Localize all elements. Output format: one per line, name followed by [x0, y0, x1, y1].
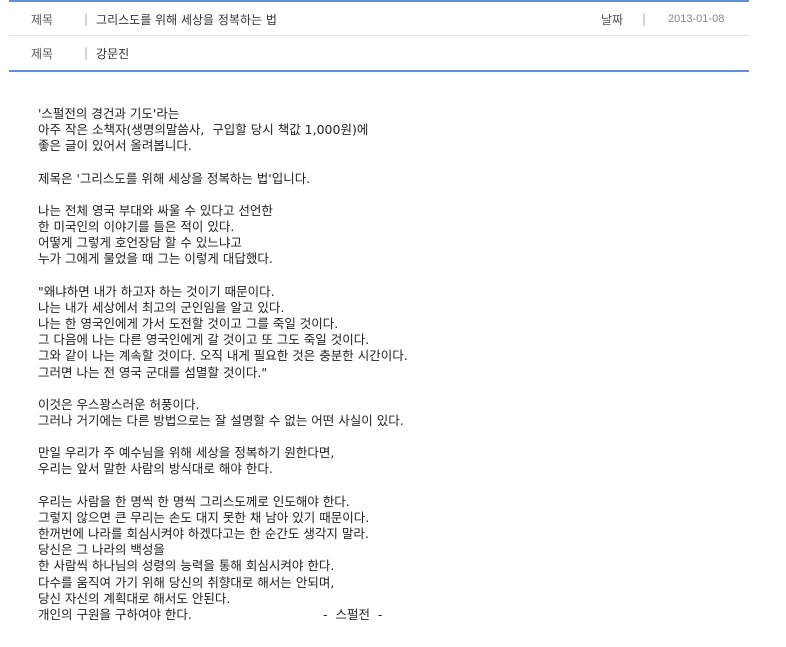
content-paragraph: '스펄전의 경건과 기도'라는 아주 작은 소책자(생명의말씀사, 구입할 당시 … [38, 106, 638, 155]
content-line: 개인의 구원을 구하여야 한다. - 스펄전 - [38, 607, 383, 623]
title-row: 제목 | 그리스도를 위해 세상을 정복하는 법 날짜 | 2013-01-08 [9, 2, 749, 36]
date-group: 날짜 | 2013-01-08 [601, 2, 724, 36]
date-label: 날짜 [601, 12, 624, 27]
content-line: 그와 같이 나는 계속할 것이다. 오직 내게 필요한 것은 충분한 시간이다. [38, 348, 408, 364]
author-separator: | [84, 46, 89, 60]
title-label: 제목 [31, 12, 54, 27]
content-line: "왜냐하면 내가 하고자 하는 것이기 때문이다. [38, 283, 275, 299]
content-line: 어떻게 그렇게 호언장담 할 수 있느냐고 [38, 235, 242, 251]
post-date: 2013-01-08 [668, 13, 725, 25]
content-line: 이것은 우스꽝스러운 허풍이다. [38, 396, 200, 412]
content-line: 좋은 글이 있어서 올려봅니다. [38, 138, 192, 154]
content-line: 누가 그에게 물었을 때 그는 이렇게 대답했다. [38, 251, 273, 267]
content-paragraph: 우리는 사람을 한 명씩 한 명씩 그리스도께로 인도해야 한다. 그렇지 않으면… [38, 494, 638, 624]
content-line: 다수를 움직여 가기 위해 당신의 취향대로 해서는 안되며, [38, 574, 335, 590]
title-separator: | [84, 12, 89, 26]
content-paragraph: 이것은 우스꽝스러운 허풍이다. 그러나 거기에는 다른 방법으로는 잘 설명할 … [38, 397, 638, 429]
content-paragraph: 제목은 '그리스도를 위해 세상을 정복하는 법'입니다. [38, 171, 638, 187]
content-line: 그렇지 않으면 큰 무리는 손도 대지 못한 채 남아 있기 때문이다. [38, 509, 370, 525]
date-separator: | [642, 12, 647, 26]
content-paragraph: 나는 전체 영국 부대와 싸울 수 있다고 선언한 한 미국인의 이야기를 들은 … [38, 203, 638, 268]
content-line: 당신은 그 나라의 백성을 [38, 542, 165, 558]
content-line: 그러나 거기에는 다른 방법으로는 잘 설명할 수 없는 어떤 사실이 있다. [38, 413, 404, 429]
post-content: '스펄전의 경건과 기도'라는 아주 작은 소책자(생명의말씀사, 구입할 당시 … [38, 106, 638, 623]
author-label: 제목 [31, 46, 54, 61]
content-line: 만일 우리가 주 예수님을 위해 세상을 정복하기 원한다면, [38, 445, 335, 461]
post-title: 그리스도를 위해 세상을 정복하는 법 [96, 12, 277, 27]
content-line: 당신 자신의 계획대로 해서도 안된다. [38, 590, 231, 606]
content-line: 한 사람씩 하나님의 성령의 능력을 통해 회심시켜야 한다. [38, 558, 335, 574]
content-line: 그 다음에 나는 다른 영국인에게 갈 것이고 또 그도 죽일 것이다. [38, 332, 370, 348]
content-line: 그러면 나는 전 영국 군대를 섬멸할 것이다." [38, 364, 268, 380]
bottom-blue-rule [9, 70, 749, 72]
post-author: 강문진 [96, 46, 130, 61]
post-board: 제목 | 그리스도를 위해 세상을 정복하는 법 날짜 | 2013-01-08… [9, 0, 749, 72]
content-line: 나는 내가 세상에서 최고의 군인임을 알고 있다. [38, 299, 285, 315]
content-paragraph: "왜냐하면 내가 하고자 하는 것이기 때문이다. 나는 내가 세상에서 최고의 … [38, 284, 638, 381]
author-row: 제목 | 강문진 [9, 36, 749, 70]
content-line: 나는 전체 영국 부대와 싸울 수 있다고 선언한 [38, 202, 273, 218]
content-line: 한꺼번에 나라를 회심시켜야 하겠다고는 한 순간도 생각지 말라. [38, 526, 369, 542]
content-line: 우리는 앞서 말한 사람의 방식대로 해야 한다. [38, 461, 273, 477]
content-line: 우리는 사람을 한 명씩 한 명씩 그리스도께로 인도해야 한다. [38, 493, 350, 509]
content-paragraph: 만일 우리가 주 예수님을 위해 세상을 정복하기 원한다면, 우리는 앞서 말한… [38, 445, 638, 477]
content-line: 아주 작은 소책자(생명의말씀사, 구입할 당시 책값 1,000원)에 [38, 122, 369, 138]
content-line: 나는 한 영국인에게 가서 도전할 것이고 그를 죽일 것이다. [38, 316, 339, 332]
content-line: '스펄전의 경건과 기도'라는 [38, 106, 180, 121]
content-line: 한 미국인의 이야기를 들은 적이 있다. [38, 219, 235, 235]
content-line: 제목은 '그리스도를 위해 세상을 정복하는 법'입니다. [38, 170, 311, 186]
